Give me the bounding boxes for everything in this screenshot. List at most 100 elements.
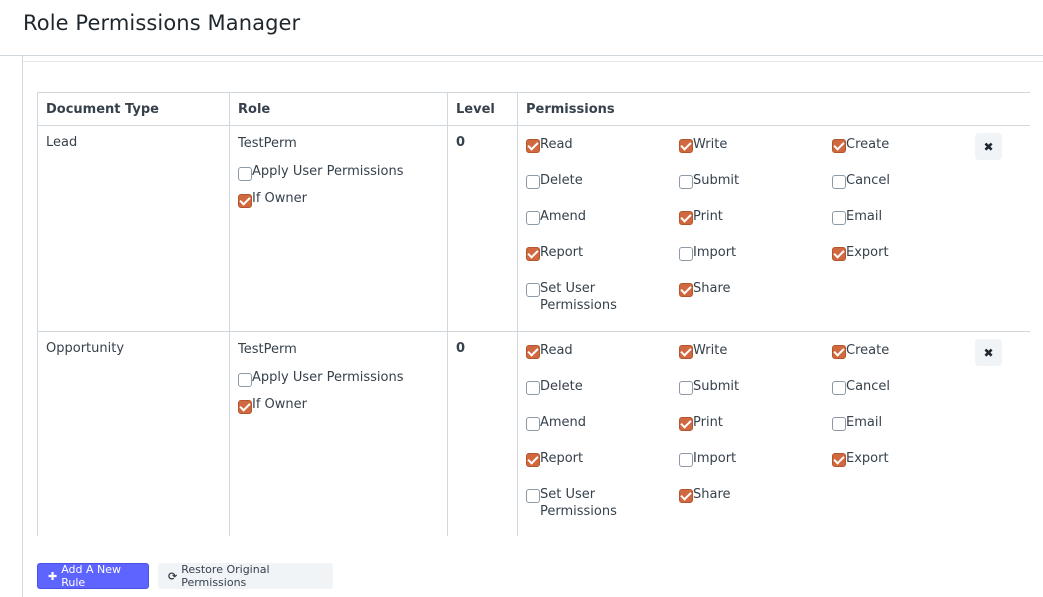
permission-export-label: Export bbox=[846, 245, 889, 260]
if-owner-checkbox[interactable] bbox=[238, 194, 252, 208]
permission-import[interactable]: Import bbox=[679, 450, 832, 486]
permission-cancel[interactable]: Cancel bbox=[832, 172, 962, 208]
permission-email-checkbox[interactable] bbox=[832, 211, 846, 225]
permission-email-checkbox[interactable] bbox=[832, 417, 846, 431]
permission-export-checkbox[interactable] bbox=[832, 453, 846, 467]
permission-set-user-permissions[interactable]: Set User Permissions bbox=[526, 280, 679, 316]
permission-export[interactable]: Export bbox=[832, 450, 962, 486]
table-row: Opportunity TestPerm Apply User Permission… bbox=[37, 331, 1030, 536]
permission-read[interactable]: Read bbox=[526, 342, 679, 378]
permission-email[interactable]: Email bbox=[832, 414, 962, 450]
permission-amend[interactable]: Amend bbox=[526, 414, 679, 450]
permission-report-checkbox[interactable] bbox=[526, 453, 540, 467]
permission-print-label: Print bbox=[693, 415, 723, 430]
permission-delete[interactable]: Delete bbox=[526, 172, 679, 208]
permissions-grid: Read Write Create Delete Submit Cancel Amend Pr… bbox=[526, 136, 1022, 316]
permission-delete-checkbox[interactable] bbox=[526, 381, 540, 395]
permission-write-label: Write bbox=[693, 137, 728, 152]
permission-cancel-checkbox[interactable] bbox=[832, 381, 846, 395]
permission-write[interactable]: Write bbox=[679, 136, 832, 172]
permission-share[interactable]: Share bbox=[679, 486, 832, 522]
content-divider bbox=[23, 61, 1043, 62]
permission-report-checkbox[interactable] bbox=[526, 247, 540, 261]
permission-cancel[interactable]: Cancel bbox=[832, 378, 962, 414]
document-type-label: Lead bbox=[46, 135, 78, 150]
add-new-rule-button[interactable]: ✚ Add A New Rule bbox=[37, 563, 149, 589]
permission-share-checkbox[interactable] bbox=[679, 283, 693, 297]
permission-set-user-permissions-checkbox[interactable] bbox=[526, 489, 540, 503]
permission-create-checkbox[interactable] bbox=[832, 139, 846, 153]
permission-email[interactable]: Email bbox=[832, 208, 962, 244]
role-name: TestPerm bbox=[238, 136, 297, 151]
permission-import[interactable]: Import bbox=[679, 244, 832, 280]
permission-write-checkbox[interactable] bbox=[679, 139, 693, 153]
apply-user-permissions-option[interactable]: Apply User Permissions bbox=[238, 370, 439, 387]
permission-cancel-label: Cancel bbox=[846, 379, 891, 394]
permission-delete-checkbox[interactable] bbox=[526, 175, 540, 189]
permission-create-checkbox[interactable] bbox=[832, 345, 846, 359]
permission-set-user-permissions-label: Set User Permissions bbox=[540, 487, 617, 519]
permission-read[interactable]: Read bbox=[526, 136, 679, 172]
if-owner-option[interactable]: If Owner bbox=[238, 191, 439, 208]
apply-user-permissions-checkbox[interactable] bbox=[238, 373, 252, 387]
permission-write-label: Write bbox=[693, 343, 728, 358]
permission-delete-label: Delete bbox=[540, 173, 583, 188]
permission-export[interactable]: Export bbox=[832, 244, 962, 280]
permission-create[interactable]: Create bbox=[832, 342, 962, 378]
remove-rule-button[interactable]: ✖ bbox=[975, 339, 1002, 366]
permission-share[interactable]: Share bbox=[679, 280, 832, 316]
if-owner-option[interactable]: If Owner bbox=[238, 397, 439, 414]
plus-icon: ✚ bbox=[48, 569, 58, 583]
permission-read-checkbox[interactable] bbox=[526, 139, 540, 153]
permission-write-checkbox[interactable] bbox=[679, 345, 693, 359]
permission-submit[interactable]: Submit bbox=[679, 378, 832, 414]
if-owner-checkbox[interactable] bbox=[238, 400, 252, 414]
permission-submit-checkbox[interactable] bbox=[679, 175, 693, 189]
apply-user-permissions-option[interactable]: Apply User Permissions bbox=[238, 164, 439, 181]
permission-amend-label: Amend bbox=[540, 415, 587, 430]
permission-share-label: Share bbox=[693, 487, 731, 502]
permission-import-checkbox[interactable] bbox=[679, 247, 693, 261]
remove-rule-button[interactable]: ✖ bbox=[975, 133, 1002, 160]
permission-email-label: Email bbox=[846, 415, 883, 430]
permission-delete[interactable]: Delete bbox=[526, 378, 679, 414]
permission-print[interactable]: Print bbox=[679, 414, 832, 450]
permission-create-label: Create bbox=[846, 343, 890, 358]
permission-print-checkbox[interactable] bbox=[679, 417, 693, 431]
permission-read-checkbox[interactable] bbox=[526, 345, 540, 359]
permission-amend-checkbox[interactable] bbox=[526, 417, 540, 431]
apply-user-permissions-label: Apply User Permissions bbox=[252, 164, 404, 179]
permission-set-user-permissions[interactable]: Set User Permissions bbox=[526, 486, 679, 522]
permission-set-user-permissions-checkbox[interactable] bbox=[526, 283, 540, 297]
document-type-cell: Opportunity bbox=[37, 331, 230, 536]
document-type-cell: Lead bbox=[37, 125, 230, 332]
permission-submit-label: Submit bbox=[693, 379, 740, 394]
permission-create[interactable]: Create bbox=[832, 136, 962, 172]
column-header-document-type: Document Type bbox=[37, 92, 230, 126]
permission-read-label: Read bbox=[540, 343, 573, 358]
permissions-table: Document Type Role Level Permissions Lea… bbox=[37, 92, 1030, 536]
table-header-row: Document Type Role Level Permissions bbox=[37, 92, 1030, 126]
permission-report[interactable]: Report bbox=[526, 450, 679, 486]
permission-write[interactable]: Write bbox=[679, 342, 832, 378]
level-value: 0 bbox=[456, 135, 466, 150]
permission-submit[interactable]: Submit bbox=[679, 172, 832, 208]
permission-print-checkbox[interactable] bbox=[679, 211, 693, 225]
if-owner-label: If Owner bbox=[252, 397, 307, 412]
permission-export-label: Export bbox=[846, 451, 889, 466]
permission-amend[interactable]: Amend bbox=[526, 208, 679, 244]
permission-submit-checkbox[interactable] bbox=[679, 381, 693, 395]
role-cell: TestPerm Apply User Permissions If Owner bbox=[229, 331, 448, 536]
restore-original-permissions-button[interactable]: ⟳ Restore Original Permissions bbox=[158, 563, 333, 589]
permission-share-checkbox[interactable] bbox=[679, 489, 693, 503]
permission-import-checkbox[interactable] bbox=[679, 453, 693, 467]
permission-cancel-checkbox[interactable] bbox=[832, 175, 846, 189]
close-icon: ✖ bbox=[983, 139, 994, 154]
permission-export-checkbox[interactable] bbox=[832, 247, 846, 261]
table-row: Lead TestPerm Apply User Permissions If Own… bbox=[37, 125, 1030, 332]
permission-report[interactable]: Report bbox=[526, 244, 679, 280]
apply-user-permissions-checkbox[interactable] bbox=[238, 167, 252, 181]
permission-amend-checkbox[interactable] bbox=[526, 211, 540, 225]
permission-print[interactable]: Print bbox=[679, 208, 832, 244]
column-header-level: Level bbox=[447, 92, 518, 126]
